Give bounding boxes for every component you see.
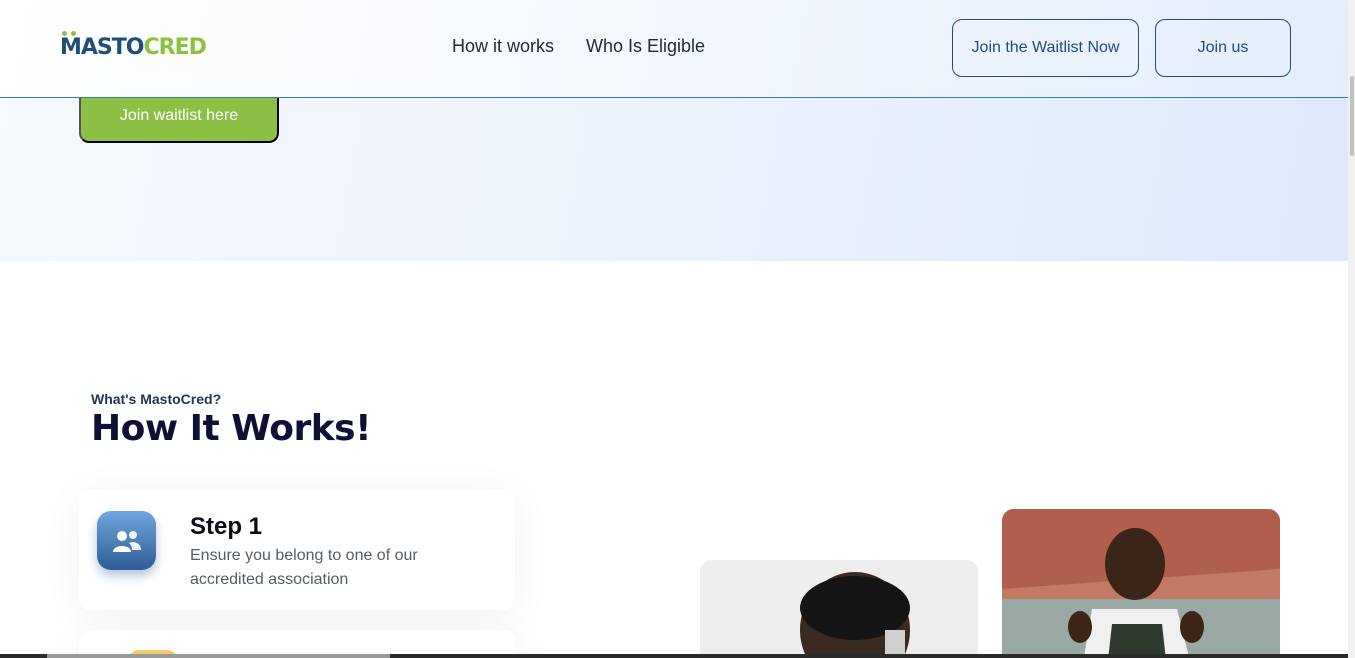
photo-man-on-phone	[700, 560, 978, 658]
photo-vendor-thumbs-up	[1002, 509, 1280, 658]
logo-text-part2: CRED	[143, 35, 207, 60]
join-waitlist-now-button[interactable]: Join the Waitlist Now	[952, 19, 1139, 77]
mastocred-logo[interactable]: MASTOCRED	[60, 33, 207, 63]
step-title: Step 1	[190, 513, 263, 540]
nav-links: How it works Who Is Eligible	[452, 36, 705, 57]
nav-how-it-works[interactable]: How it works	[452, 36, 554, 57]
top-navbar: MASTOCRED How it works Who Is Eligible J…	[0, 0, 1348, 98]
step-description: Ensure you belong to one of our accredit…	[190, 547, 418, 588]
join-us-button[interactable]: Join us	[1155, 19, 1291, 77]
users-icon	[97, 511, 156, 570]
step-card-1: Step 1 Ensure you belong to one of our a…	[79, 489, 515, 610]
section-title: How It Works!	[91, 408, 372, 449]
section-eyebrow: What's MastoCred?	[91, 391, 222, 407]
logo-text-part1: ASTO	[80, 35, 145, 60]
bottom-strip-highlight	[47, 654, 390, 658]
logo-m: M	[60, 35, 82, 60]
nav-who-is-eligible[interactable]: Who Is Eligible	[586, 36, 705, 57]
scrollbar-thumb[interactable]	[1350, 76, 1354, 156]
